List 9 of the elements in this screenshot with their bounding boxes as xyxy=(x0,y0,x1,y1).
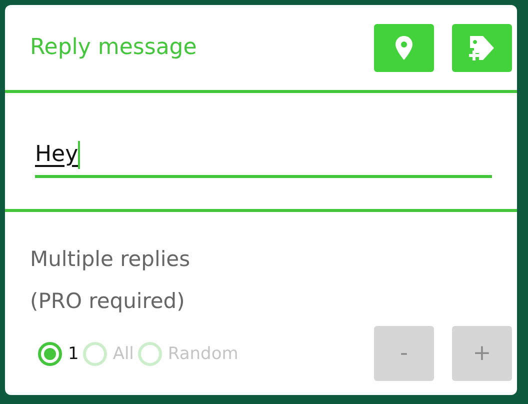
card-title: Reply message xyxy=(30,35,197,60)
location-button[interactable] xyxy=(374,24,434,72)
message-input[interactable]: Hey xyxy=(35,134,492,178)
message-text: Hey xyxy=(35,142,78,167)
pro-note: (PRO required) xyxy=(30,288,186,315)
add-tag-button[interactable] xyxy=(452,24,512,72)
section-label: Multiple replies xyxy=(30,246,192,273)
map-pin-icon xyxy=(394,34,414,60)
text-cursor xyxy=(78,140,80,168)
